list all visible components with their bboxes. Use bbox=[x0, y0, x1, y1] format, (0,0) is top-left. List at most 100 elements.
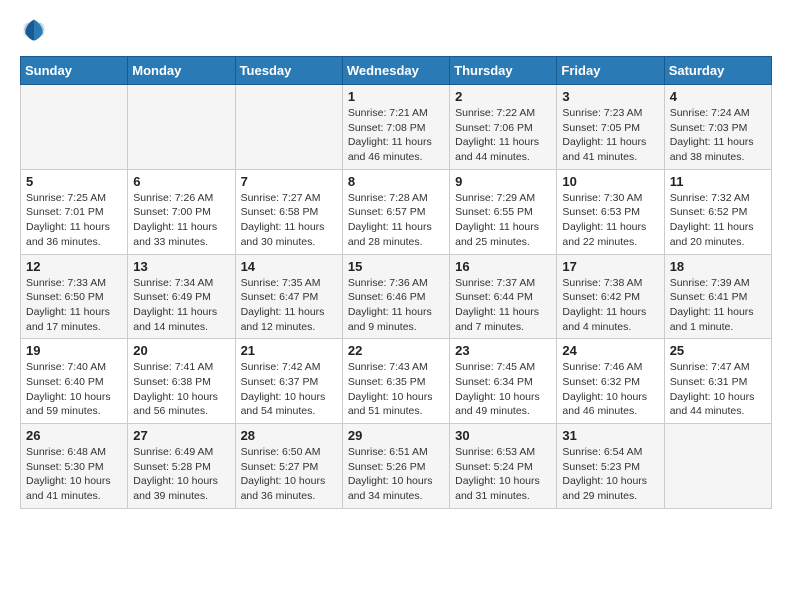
day-number: 3 bbox=[562, 89, 658, 104]
day-cell: 11Sunrise: 7:32 AM Sunset: 6:52 PM Dayli… bbox=[664, 169, 771, 254]
day-cell: 18Sunrise: 7:39 AM Sunset: 6:41 PM Dayli… bbox=[664, 254, 771, 339]
day-cell: 1 Sunrise: 7:21 AM Sunset: 7:08 PM Daylig… bbox=[342, 85, 449, 170]
day-info: Sunrise: 7:43 AM Sunset: 6:35 PM Dayligh… bbox=[348, 360, 444, 419]
day-number: 9 bbox=[455, 174, 551, 189]
day-info: Sunrise: 7:29 AM Sunset: 6:55 PM Dayligh… bbox=[455, 191, 551, 250]
day-info: Sunrise: 7:47 AM Sunset: 6:31 PM Dayligh… bbox=[670, 360, 766, 419]
day-info: Sunrise: 7:24 AM Sunset: 7:03 PM Dayligh… bbox=[670, 106, 766, 165]
weekday-header-monday: Monday bbox=[128, 57, 235, 85]
day-cell: 9 Sunrise: 7:29 AM Sunset: 6:55 PM Daylig… bbox=[450, 169, 557, 254]
day-cell: 17 Sunrise: 7:38 AM Sunset: 6:42 PM Dayli… bbox=[557, 254, 664, 339]
day-info: Sunrise: 7:38 AM Sunset: 6:42 PM Dayligh… bbox=[562, 276, 658, 335]
day-number: 16 bbox=[455, 259, 551, 274]
day-cell: 3Sunrise: 7:23 AM Sunset: 7:05 PM Daylig… bbox=[557, 85, 664, 170]
day-cell: 30 Sunrise: 6:53 AM Sunset: 5:24 PM Dayli… bbox=[450, 424, 557, 509]
day-cell bbox=[128, 85, 235, 170]
week-row-1: 1 Sunrise: 7:21 AM Sunset: 7:08 PM Daylig… bbox=[21, 85, 772, 170]
day-number: 12 bbox=[26, 259, 122, 274]
day-number: 4 bbox=[670, 89, 766, 104]
day-info: Sunrise: 7:22 AM Sunset: 7:06 PM Dayligh… bbox=[455, 106, 551, 165]
day-info: Sunrise: 7:33 AM Sunset: 6:50 PM Dayligh… bbox=[26, 276, 122, 335]
day-number: 28 bbox=[241, 428, 337, 443]
day-number: 13 bbox=[133, 259, 229, 274]
day-cell: 2 Sunrise: 7:22 AM Sunset: 7:06 PM Daylig… bbox=[450, 85, 557, 170]
day-cell: 15Sunrise: 7:36 AM Sunset: 6:46 PM Dayli… bbox=[342, 254, 449, 339]
day-info: Sunrise: 7:45 AM Sunset: 6:34 PM Dayligh… bbox=[455, 360, 551, 419]
day-info: Sunrise: 7:21 AM Sunset: 7:08 PM Dayligh… bbox=[348, 106, 444, 165]
header bbox=[20, 16, 772, 44]
day-number: 31 bbox=[562, 428, 658, 443]
day-info: Sunrise: 7:35 AM Sunset: 6:47 PM Dayligh… bbox=[241, 276, 337, 335]
day-number: 14 bbox=[241, 259, 337, 274]
day-cell: 19 Sunrise: 7:40 AM Sunset: 6:40 PM Dayli… bbox=[21, 339, 128, 424]
day-cell: 25 Sunrise: 7:47 AM Sunset: 6:31 PM Dayli… bbox=[664, 339, 771, 424]
day-info: Sunrise: 7:28 AM Sunset: 6:57 PM Dayligh… bbox=[348, 191, 444, 250]
day-cell: 14 Sunrise: 7:35 AM Sunset: 6:47 PM Dayli… bbox=[235, 254, 342, 339]
day-number: 7 bbox=[241, 174, 337, 189]
day-number: 18 bbox=[670, 259, 766, 274]
day-cell: 6Sunrise: 7:26 AM Sunset: 7:00 PM Daylig… bbox=[128, 169, 235, 254]
day-info: Sunrise: 7:46 AM Sunset: 6:32 PM Dayligh… bbox=[562, 360, 658, 419]
day-info: Sunrise: 7:40 AM Sunset: 6:40 PM Dayligh… bbox=[26, 360, 122, 419]
day-number: 10 bbox=[562, 174, 658, 189]
day-cell: 28Sunrise: 6:50 AM Sunset: 5:27 PM Dayli… bbox=[235, 424, 342, 509]
day-cell: 31 Sunrise: 6:54 AM Sunset: 5:23 PM Dayli… bbox=[557, 424, 664, 509]
day-cell: 26 Sunrise: 6:48 AM Sunset: 5:30 PM Dayli… bbox=[21, 424, 128, 509]
day-number: 21 bbox=[241, 343, 337, 358]
day-cell: 13 Sunrise: 7:34 AM Sunset: 6:49 PM Dayli… bbox=[128, 254, 235, 339]
day-cell: 10 Sunrise: 7:30 AM Sunset: 6:53 PM Dayli… bbox=[557, 169, 664, 254]
page: SundayMondayTuesdayWednesdayThursdayFrid… bbox=[0, 0, 792, 529]
day-info: Sunrise: 7:36 AM Sunset: 6:46 PM Dayligh… bbox=[348, 276, 444, 335]
weekday-header-saturday: Saturday bbox=[664, 57, 771, 85]
day-number: 2 bbox=[455, 89, 551, 104]
day-number: 20 bbox=[133, 343, 229, 358]
day-cell: 24 Sunrise: 7:46 AM Sunset: 6:32 PM Dayli… bbox=[557, 339, 664, 424]
day-cell: 27Sunrise: 6:49 AM Sunset: 5:28 PM Dayli… bbox=[128, 424, 235, 509]
day-number: 24 bbox=[562, 343, 658, 358]
day-number: 8 bbox=[348, 174, 444, 189]
week-row-5: 26 Sunrise: 6:48 AM Sunset: 5:30 PM Dayli… bbox=[21, 424, 772, 509]
day-cell bbox=[21, 85, 128, 170]
day-number: 19 bbox=[26, 343, 122, 358]
day-info: Sunrise: 7:25 AM Sunset: 7:01 PM Dayligh… bbox=[26, 191, 122, 250]
day-info: Sunrise: 7:42 AM Sunset: 6:37 PM Dayligh… bbox=[241, 360, 337, 419]
day-cell: 21 Sunrise: 7:42 AM Sunset: 6:37 PM Dayli… bbox=[235, 339, 342, 424]
day-number: 26 bbox=[26, 428, 122, 443]
day-info: Sunrise: 7:37 AM Sunset: 6:44 PM Dayligh… bbox=[455, 276, 551, 335]
day-cell bbox=[664, 424, 771, 509]
day-number: 6 bbox=[133, 174, 229, 189]
day-number: 5 bbox=[26, 174, 122, 189]
weekday-header-tuesday: Tuesday bbox=[235, 57, 342, 85]
day-info: Sunrise: 6:48 AM Sunset: 5:30 PM Dayligh… bbox=[26, 445, 122, 504]
day-cell: 7 Sunrise: 7:27 AM Sunset: 6:58 PM Daylig… bbox=[235, 169, 342, 254]
day-info: Sunrise: 6:51 AM Sunset: 5:26 PM Dayligh… bbox=[348, 445, 444, 504]
week-row-4: 19 Sunrise: 7:40 AM Sunset: 6:40 PM Dayli… bbox=[21, 339, 772, 424]
logo-icon bbox=[20, 16, 48, 44]
weekday-header-thursday: Thursday bbox=[450, 57, 557, 85]
day-number: 11 bbox=[670, 174, 766, 189]
day-number: 30 bbox=[455, 428, 551, 443]
day-number: 29 bbox=[348, 428, 444, 443]
day-cell: 20 Sunrise: 7:41 AM Sunset: 6:38 PM Dayli… bbox=[128, 339, 235, 424]
weekday-header-wednesday: Wednesday bbox=[342, 57, 449, 85]
day-info: Sunrise: 6:49 AM Sunset: 5:28 PM Dayligh… bbox=[133, 445, 229, 504]
day-cell: 12 Sunrise: 7:33 AM Sunset: 6:50 PM Dayli… bbox=[21, 254, 128, 339]
weekday-header-row: SundayMondayTuesdayWednesdayThursdayFrid… bbox=[21, 57, 772, 85]
logo bbox=[20, 16, 52, 44]
day-info: Sunrise: 6:54 AM Sunset: 5:23 PM Dayligh… bbox=[562, 445, 658, 504]
day-info: Sunrise: 6:53 AM Sunset: 5:24 PM Dayligh… bbox=[455, 445, 551, 504]
day-info: Sunrise: 7:34 AM Sunset: 6:49 PM Dayligh… bbox=[133, 276, 229, 335]
day-number: 25 bbox=[670, 343, 766, 358]
week-row-3: 12 Sunrise: 7:33 AM Sunset: 6:50 PM Dayli… bbox=[21, 254, 772, 339]
day-number: 17 bbox=[562, 259, 658, 274]
day-cell: 29 Sunrise: 6:51 AM Sunset: 5:26 PM Dayli… bbox=[342, 424, 449, 509]
day-number: 1 bbox=[348, 89, 444, 104]
day-info: Sunrise: 7:30 AM Sunset: 6:53 PM Dayligh… bbox=[562, 191, 658, 250]
day-info: Sunrise: 7:41 AM Sunset: 6:38 PM Dayligh… bbox=[133, 360, 229, 419]
day-number: 23 bbox=[455, 343, 551, 358]
day-info: Sunrise: 7:27 AM Sunset: 6:58 PM Dayligh… bbox=[241, 191, 337, 250]
day-cell: 4 Sunrise: 7:24 AM Sunset: 7:03 PM Daylig… bbox=[664, 85, 771, 170]
day-cell bbox=[235, 85, 342, 170]
day-cell: 16 Sunrise: 7:37 AM Sunset: 6:44 PM Dayli… bbox=[450, 254, 557, 339]
calendar: SundayMondayTuesdayWednesdayThursdayFrid… bbox=[20, 56, 772, 509]
